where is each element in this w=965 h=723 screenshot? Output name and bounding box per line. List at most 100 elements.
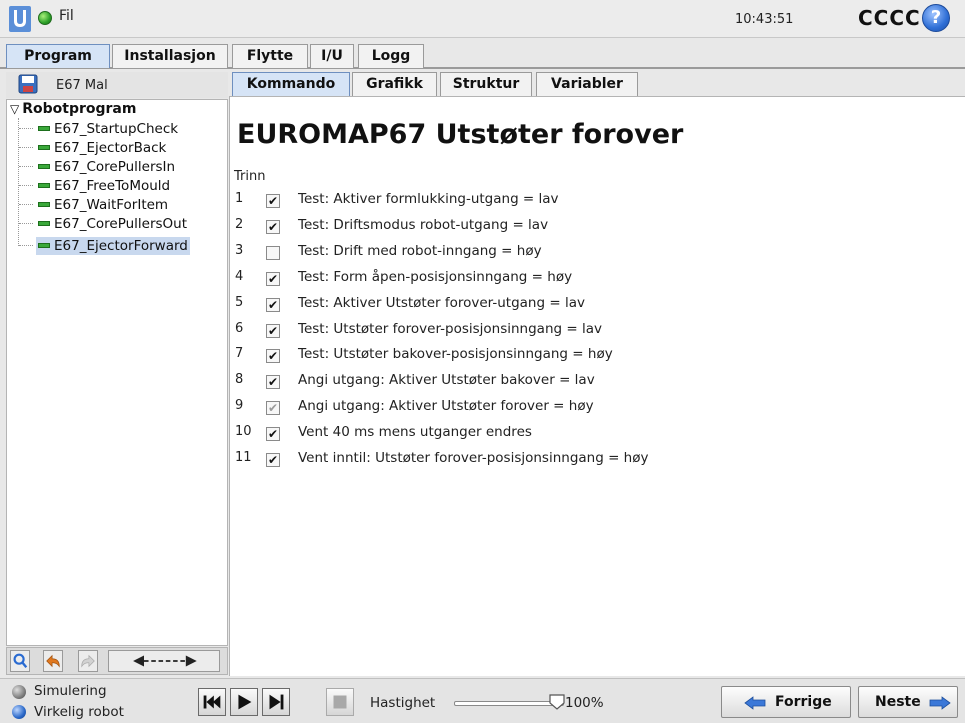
step-text: Test: Aktiver Utstøter forover-utgang = …: [298, 295, 585, 311]
step-number: 5: [235, 295, 244, 310]
step-text: Vent inntil: Utstøter forover-posisjonsi…: [298, 450, 649, 466]
tree-item[interactable]: E67_CorePullersOut: [36, 215, 189, 233]
step-text: Test: Drift med robot-inngang = høy: [298, 243, 542, 259]
step-text: Vent 40 ms mens utganger endres: [298, 424, 532, 440]
tree-item[interactable]: E67_EjectorBack: [36, 139, 168, 157]
help-icon[interactable]: ?: [922, 4, 950, 32]
expand-triangle-icon[interactable]: ▽: [10, 102, 19, 116]
subprogram-icon: [38, 182, 50, 188]
step-checkbox[interactable]: ✔: [266, 427, 280, 441]
subprogram-icon: [38, 220, 50, 226]
step-checkbox[interactable]: ✔: [266, 324, 280, 338]
tree-connector: [19, 223, 33, 224]
step-checkbox[interactable]: ✔: [266, 349, 280, 363]
tree-connector: [19, 128, 33, 129]
tree-item-label: E67_WaitForItem: [54, 197, 169, 213]
tree-item[interactable]: E67_WaitForItem: [36, 196, 170, 214]
tab-variables[interactable]: Variabler: [536, 72, 638, 96]
step-text: Test: Form åpen-posisjonsinngang = høy: [298, 269, 573, 285]
tree-item[interactable]: E67_CorePullersIn: [36, 158, 177, 176]
tree-connector: [19, 204, 33, 205]
subprogram-icon: [38, 242, 50, 248]
tree-root[interactable]: ▽ Robotprogram: [10, 101, 136, 117]
page-title: EUROMAP67 Utstøter forover: [237, 119, 684, 150]
step-number: 9: [235, 398, 244, 413]
step-checkbox[interactable]: ✔: [266, 220, 280, 234]
step-icon[interactable]: [262, 688, 290, 716]
step-checkbox[interactable]: ✔: [266, 272, 280, 286]
steps-header: Trinn: [234, 169, 266, 184]
redo-icon[interactable]: [78, 650, 98, 672]
move-node-icon[interactable]: [108, 650, 220, 672]
tree-item-label: E67_CorePullersOut: [54, 216, 188, 232]
program-header: [6, 72, 228, 98]
step-checkbox[interactable]: ✔: [266, 453, 280, 467]
tree-item[interactable]: E67_FreeToMould: [36, 177, 172, 195]
file-menu[interactable]: Fil: [59, 8, 74, 24]
skip-back-icon[interactable]: [198, 688, 226, 716]
tab-graphics[interactable]: Grafikk: [352, 72, 437, 96]
speed-value: 100%: [565, 695, 604, 711]
robot-name: CCCC: [858, 6, 921, 30]
next-label: Neste: [875, 694, 921, 710]
real-robot-label[interactable]: Virkelig robot: [34, 704, 124, 720]
tree-connector: [19, 166, 33, 167]
step-number: 7: [235, 346, 244, 361]
tab-program[interactable]: Program: [6, 44, 110, 68]
robot-status-icon[interactable]: [38, 11, 52, 25]
clock: 10:43:51: [735, 12, 794, 27]
tab-move[interactable]: Flytte: [232, 44, 308, 68]
play-icon[interactable]: [230, 688, 258, 716]
tree-item-label: E67_EjectorForward: [54, 238, 188, 254]
tree-item-label: E67_FreeToMould: [54, 178, 171, 194]
step-number: 11: [235, 450, 252, 465]
step-checkbox[interactable]: [266, 246, 280, 260]
tab-command[interactable]: Kommando: [232, 72, 350, 96]
undo-icon[interactable]: [43, 650, 63, 672]
previous-label: Forrige: [775, 694, 832, 710]
tab-installation[interactable]: Installasjon: [112, 44, 228, 68]
tree-item[interactable]: E67_StartupCheck: [36, 120, 180, 138]
step-number: 6: [235, 321, 244, 336]
speed-slider-handle[interactable]: [548, 693, 566, 711]
tree-connector: [19, 147, 33, 148]
real-robot-radio-icon[interactable]: [12, 705, 26, 719]
tab-log[interactable]: Logg: [358, 44, 424, 68]
previous-button[interactable]: Forrige: [721, 686, 851, 718]
step-number: 8: [235, 372, 244, 387]
subprogram-icon: [38, 163, 50, 169]
step-checkbox[interactable]: ✔: [266, 298, 280, 312]
step-text: Test: Utstøter bakover-posisjonsinngang …: [298, 346, 613, 362]
stop-icon[interactable]: [326, 688, 354, 716]
save-icon[interactable]: [18, 74, 38, 94]
next-button[interactable]: Neste: [858, 686, 958, 718]
tab-io[interactable]: I/U: [310, 44, 354, 68]
ur-logo-icon: [9, 6, 31, 32]
step-number: 10: [235, 424, 252, 439]
search-icon[interactable]: [10, 650, 30, 672]
tree-item-selected[interactable]: E67_EjectorForward: [36, 237, 190, 255]
tree-connector: [18, 118, 19, 246]
step-checkbox[interactable]: ✔: [266, 401, 280, 415]
subprogram-icon: [38, 201, 50, 207]
simulation-radio-icon[interactable]: [12, 685, 26, 699]
step-text: Test: Utstøter forover-posisjonsinngang …: [298, 321, 602, 337]
step-number: 4: [235, 269, 244, 284]
program-name: E67 Mal: [56, 78, 108, 93]
arrow-right-icon: [929, 696, 951, 710]
step-number: 3: [235, 243, 244, 258]
tree-root-label: Robotprogram: [22, 101, 137, 117]
step-checkbox[interactable]: ✔: [266, 375, 280, 389]
tree-item-label: E67_CorePullersIn: [54, 159, 176, 175]
top-bar: [0, 0, 965, 38]
speed-label: Hastighet: [370, 695, 436, 711]
tree-connector: [19, 245, 33, 246]
arrow-left-icon: [744, 696, 766, 710]
tab-structure[interactable]: Struktur: [440, 72, 532, 96]
tree-item-label: E67_EjectorBack: [54, 140, 167, 156]
tree-item-label: E67_StartupCheck: [54, 121, 179, 137]
step-text: Test: Aktiver formlukking-utgang = lav: [298, 191, 559, 207]
step-checkbox[interactable]: ✔: [266, 194, 280, 208]
step-text: Angi utgang: Aktiver Utstøter bakover = …: [298, 372, 595, 388]
simulation-label[interactable]: Simulering: [34, 683, 107, 699]
